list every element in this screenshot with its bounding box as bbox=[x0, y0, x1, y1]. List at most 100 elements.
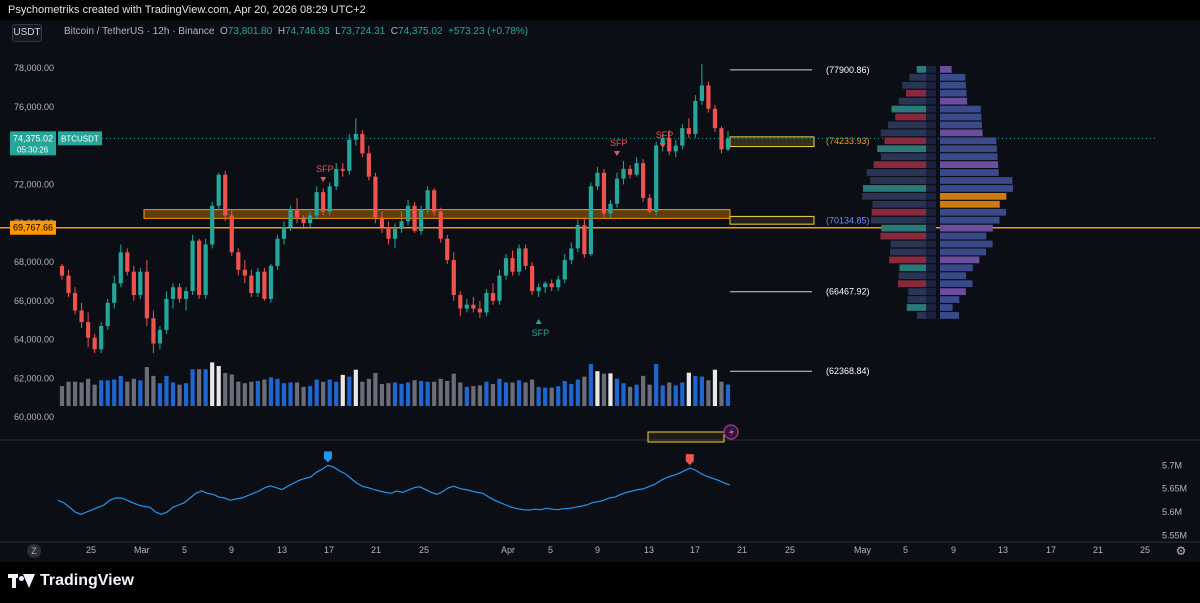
volume-profile-left-bar bbox=[881, 153, 926, 161]
volume-profile-right-bar bbox=[940, 264, 973, 272]
volume-bar bbox=[399, 383, 404, 406]
volume-bar bbox=[503, 382, 509, 406]
candle-body bbox=[725, 138, 731, 150]
volume-bar bbox=[536, 386, 541, 406]
volume-profile-right-bar bbox=[940, 81, 966, 89]
symbol-button[interactable]: USDT bbox=[12, 24, 42, 42]
volume-profile-left-bar bbox=[880, 232, 926, 240]
time-axis-label: 5 bbox=[548, 545, 553, 555]
volume-profile-right-bar bbox=[940, 256, 980, 264]
volume-bar bbox=[72, 381, 78, 406]
time-axis-label: 13 bbox=[277, 545, 287, 555]
volume-profile-right-bar bbox=[940, 177, 1013, 184]
volume-profile-left-bar bbox=[917, 312, 926, 319]
candle-body bbox=[281, 227, 287, 239]
candle-body bbox=[164, 298, 169, 330]
volume-bar bbox=[608, 373, 613, 406]
orange-price-tag-text: 69,767.66 bbox=[13, 223, 53, 233]
volume-profile-center bbox=[926, 232, 936, 240]
volume-profile-center bbox=[926, 240, 936, 248]
volume-profile-left-bar bbox=[890, 240, 926, 248]
volume-bar bbox=[621, 383, 626, 406]
time-axis-label: 25 bbox=[1140, 545, 1150, 555]
volume-profile-center bbox=[926, 200, 936, 208]
candle-body bbox=[510, 258, 515, 272]
volume-bar bbox=[523, 382, 528, 406]
volume-bar bbox=[138, 380, 143, 406]
candle-body bbox=[621, 168, 626, 179]
volume-profile-center bbox=[926, 288, 936, 295]
volume-bar bbox=[458, 382, 463, 406]
candle-body bbox=[288, 209, 293, 228]
chart-area[interactable]: 78,000.0076,000.0074,000.0072,000.0070,0… bbox=[0, 20, 1200, 562]
tradingview-logo[interactable]: TradingView bbox=[8, 572, 134, 590]
volume-bar bbox=[262, 379, 267, 406]
candle-body bbox=[582, 225, 587, 255]
volume-profile-left-bar bbox=[906, 89, 926, 97]
price-chart-svg[interactable]: 78,000.0076,000.0074,000.0072,000.0070,0… bbox=[0, 20, 1200, 562]
chart-legend: Bitcoin / TetherUS · 12h · Binance O73,8… bbox=[64, 26, 528, 37]
volume-profile-right-bar bbox=[940, 169, 999, 176]
time-axis-label: 25 bbox=[785, 545, 795, 555]
volume-bar bbox=[275, 378, 280, 406]
volume-bar bbox=[392, 382, 398, 406]
volume-bar bbox=[301, 386, 306, 406]
time-axis-label: 21 bbox=[737, 545, 747, 555]
candle-body bbox=[294, 209, 300, 218]
timezone-button[interactable]: Z bbox=[27, 544, 41, 558]
candle-body bbox=[138, 271, 143, 295]
volume-bar bbox=[112, 379, 117, 406]
yellow-zone-lower bbox=[729, 215, 815, 225]
volume-bar bbox=[516, 380, 522, 406]
candle-body bbox=[438, 211, 443, 239]
candle-body bbox=[706, 85, 711, 109]
time-axis-label: 21 bbox=[371, 545, 381, 555]
candle-body bbox=[484, 293, 489, 313]
candle-body bbox=[634, 163, 639, 175]
time-axis-label: 17 bbox=[1046, 545, 1056, 555]
volume-profile-right-bar bbox=[940, 248, 986, 256]
volume-profile-right-bar bbox=[940, 304, 953, 311]
volume-profile-center bbox=[926, 97, 936, 105]
volume-bar bbox=[379, 383, 385, 406]
settings-gear-icon[interactable]: ⚙ bbox=[1174, 544, 1188, 558]
candle-body bbox=[516, 248, 522, 272]
volume-bar bbox=[673, 385, 678, 406]
volume-bar bbox=[484, 381, 489, 406]
volume-bar bbox=[425, 381, 430, 406]
indicator-axis-label: 5.55M bbox=[1162, 530, 1187, 540]
candle-body bbox=[523, 248, 528, 266]
yellow-small-box bbox=[647, 431, 725, 443]
volume-profile-right-bar bbox=[940, 185, 1013, 192]
volume-bar bbox=[281, 383, 287, 406]
volume-profile-right-bar bbox=[940, 113, 982, 121]
chart-caption: Psychometriks created with TradingView.c… bbox=[0, 0, 1200, 20]
volume-bar bbox=[510, 382, 515, 406]
volume-profile-left-bar bbox=[884, 137, 926, 145]
volume-bar bbox=[582, 376, 587, 406]
level-label: (70134.85) bbox=[826, 216, 870, 226]
candle-body bbox=[183, 291, 189, 299]
candle-body bbox=[190, 240, 195, 292]
candle-body bbox=[419, 209, 424, 231]
indicator-marker-blue-icon bbox=[323, 451, 332, 463]
volume-profile-left-bar bbox=[866, 169, 926, 176]
volume-bar bbox=[693, 375, 698, 406]
volume-profile-left-bar bbox=[895, 113, 926, 121]
candle-body bbox=[79, 310, 84, 323]
volume-bar bbox=[79, 382, 84, 406]
volume-bar bbox=[99, 380, 104, 406]
candle-body bbox=[595, 172, 600, 187]
volume-bar bbox=[667, 382, 672, 406]
symbol-tag-text: BTCUSDT bbox=[61, 134, 99, 143]
volume-bar bbox=[308, 386, 313, 406]
candle-body bbox=[125, 252, 130, 272]
volume-bar bbox=[125, 381, 130, 406]
candle-body bbox=[177, 287, 182, 299]
candle-body bbox=[503, 258, 509, 276]
volume-bar bbox=[445, 381, 450, 406]
volume-bar bbox=[255, 381, 260, 406]
volume-profile-right-bar bbox=[940, 73, 966, 81]
volume-profile-right-bar bbox=[940, 272, 967, 280]
candle-body bbox=[379, 217, 385, 228]
